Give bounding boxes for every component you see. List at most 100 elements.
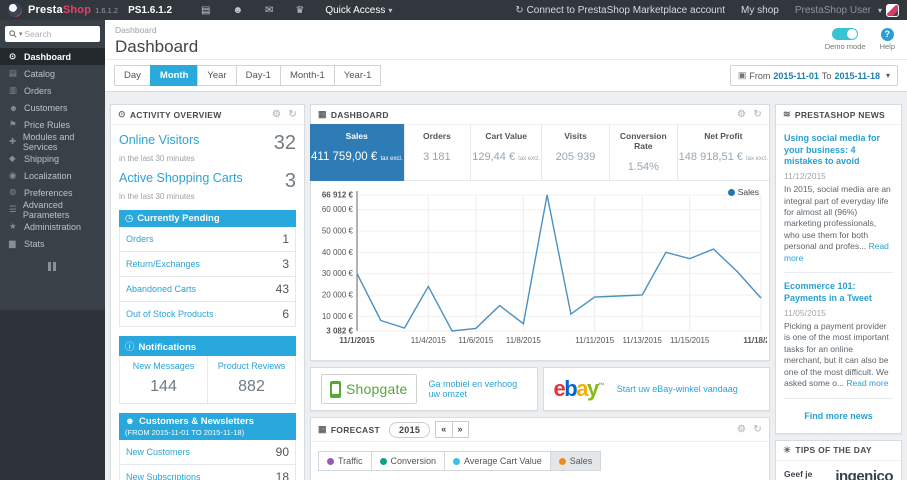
range-button-year[interactable]: Year — [197, 65, 237, 86]
sidebar-item-catalog[interactable]: ▤ Catalog — [0, 65, 105, 82]
date-range-picker[interactable]: ▣ From 2015-11-01 To 2015-11-18 ▾ — [729, 65, 898, 86]
range-button-month[interactable]: Month — [149, 65, 199, 86]
cart-icon[interactable]: ▤ — [201, 5, 210, 16]
x-axis-tick-label: 11/15/2015 — [670, 336, 710, 345]
y-axis-tick-label: 50 000 € — [322, 227, 354, 236]
forecast-toggle-conversion[interactable]: Conversion — [370, 451, 446, 471]
x-axis-tick-label: 11/4/2015 — [411, 336, 447, 345]
range-button-year-1[interactable]: Year-1 — [333, 65, 382, 86]
forecast-toggle-traffic[interactable]: Traffic — [318, 451, 372, 471]
x-axis-tick-label: 11/11/2015 — [575, 336, 614, 345]
refresh-icon[interactable]: ↻ — [753, 109, 762, 120]
sidebar-item-localization[interactable]: ◉ Localization — [0, 167, 105, 184]
demo-mode-toggle[interactable] — [832, 28, 859, 40]
search-input[interactable] — [24, 29, 96, 39]
new-messages-link[interactable]: New Messages — [122, 361, 205, 371]
page-title: Dashboard — [115, 37, 199, 56]
user-menu[interactable]: PrestaShop User ▾ — [795, 3, 899, 17]
ingenico-logo: ingenico Payment services — [835, 467, 893, 480]
sidebar-search[interactable]: ▾ — [5, 26, 100, 42]
kpi-tab-net-profit[interactable]: Net Profit 148 918,51 € tax excl. — [678, 125, 769, 180]
range-button-month-1[interactable]: Month-1 — [279, 65, 335, 86]
shopgate-link[interactable]: Ga mobiel en verhoog uw omzet — [429, 379, 527, 399]
kpi-tab-conversion[interactable]: Conversion Rate 1.54% — [610, 125, 678, 180]
chevron-down-icon: ▾ — [885, 71, 890, 80]
news-article-date: 11/12/2015 — [784, 171, 826, 182]
sidebar-item-orders[interactable]: ▥ Orders — [0, 82, 105, 99]
sidebar-item-preferences[interactable]: ⚙ Preferences — [0, 184, 105, 201]
x-axis-tick-label: 11/13/2015 — [622, 336, 662, 345]
topbar: PrestaShop 1.6.1.2 PS1.6.1.2 ▤ ☻ ✉ ♛ Qui… — [0, 0, 907, 20]
demo-mode-control[interactable]: Demo mode — [825, 28, 866, 51]
marketplace-link[interactable]: ↻ Connect to PrestaShop Marketplace accou… — [515, 5, 725, 16]
news-article-title[interactable]: Using social media for your business: 4 … — [784, 133, 893, 168]
abandoned-carts-link[interactable]: Abandoned Carts — [126, 284, 196, 294]
search-scope-caret[interactable]: ▾ — [19, 30, 23, 38]
dashboard-panel: ▦ DASHBOARD ⚙ ↻ Sales 411 759,00 € tax exc… — [310, 104, 779, 361]
y-axis-tick-label: 40 000 € — [322, 248, 354, 257]
user-avatar — [886, 3, 899, 17]
bar-chart-icon: ▆ — [9, 238, 16, 248]
kpi-tab-visits[interactable]: Visits 205 939 — [542, 125, 610, 180]
sidebar-footer-area — [0, 310, 105, 480]
find-more-news-link[interactable]: Find more news — [784, 407, 893, 429]
ebay-link[interactable]: Start uw eBay-winkel vandaag — [617, 384, 738, 394]
sidebar-item-administration[interactable]: ★ Administration — [0, 218, 105, 235]
range-button-group: Day Month Year Day-1 Month-1 Year-1 — [114, 65, 382, 86]
range-button-day-1[interactable]: Day-1 — [235, 65, 281, 86]
quick-access-menu[interactable]: Quick Access ▾ — [325, 5, 392, 16]
chart-legend[interactable]: Sales — [727, 187, 759, 197]
forecast-toggle-sales[interactable]: Sales — [549, 451, 602, 471]
range-button-day[interactable]: Day — [114, 65, 151, 86]
demo-mode-label: Demo mode — [824, 42, 866, 51]
trophy-icon[interactable]: ♛ — [295, 5, 304, 16]
sidebar-item-dashboard[interactable]: ⊙ Dashboard — [0, 48, 105, 65]
sidebar-collapse-button[interactable] — [47, 262, 58, 271]
forecast-year[interactable]: 2015 — [388, 421, 431, 438]
orders-link[interactable]: Orders — [126, 234, 154, 244]
users-icon: ☻ — [9, 102, 18, 113]
gear-icon[interactable]: ⚙ — [737, 424, 746, 435]
activity-overview-panel: ⊙ ACTIVITY OVERVIEW ⚙ ↻ Online Visitors 32… — [110, 104, 305, 480]
kpi-tab-cart-value[interactable]: Cart Value 129,44 € tax excl. — [471, 125, 543, 180]
forecast-prev-button[interactable]: « — [435, 421, 453, 438]
sidebar-item-customers[interactable]: ☻ Customers — [0, 99, 105, 116]
forecast-next-button[interactable]: » — [451, 421, 469, 438]
y-axis-tick-label: 60 000 € — [322, 205, 354, 214]
sidebar-item-shipping[interactable]: ◆ Shipping — [0, 150, 105, 167]
help-icon[interactable]: ? — [880, 28, 894, 41]
product-reviews-link[interactable]: Product Reviews — [210, 361, 293, 371]
returns-link[interactable]: Return/Exchanges — [126, 259, 200, 269]
gear-icon[interactable]: ⚙ — [272, 109, 281, 120]
sidebar-item-advanced-parameters[interactable]: ☰ Advanced Parameters — [0, 200, 105, 220]
online-visitors-sub: in the last 30 minutes — [119, 154, 195, 163]
help-control[interactable]: ? Help — [880, 28, 895, 51]
kpi-tab-orders[interactable]: Orders 3 181 — [404, 125, 472, 180]
kpi-tab-sales[interactable]: Sales 411 759,00 € tax excl. — [310, 124, 405, 181]
active-carts-link[interactable]: Active Shopping Carts — [119, 171, 243, 185]
sidebar-item-stats[interactable]: ▆ Stats — [0, 235, 105, 252]
mail-icon[interactable]: ✉ — [265, 5, 273, 16]
new-customers-link[interactable]: New Customers — [126, 447, 190, 457]
ebay-logo: ebay™ — [553, 376, 605, 401]
refresh-icon[interactable]: ↻ — [288, 109, 297, 120]
online-visitors-value: 32 — [273, 132, 296, 154]
out-of-stock-link[interactable]: Out of Stock Products — [126, 309, 214, 319]
sales-series-line — [356, 194, 762, 332]
forecast-toggle-avg-cart-value[interactable]: Average Cart Value — [444, 451, 551, 471]
tips-panel-title: TIPS OF THE DAY — [795, 445, 872, 456]
refresh-icon[interactable]: ↻ — [753, 424, 762, 435]
read-more-link[interactable]: Read more — [846, 378, 888, 388]
user-icon[interactable]: ☻ — [232, 5, 243, 16]
online-visitors-link[interactable]: Online Visitors — [119, 133, 199, 147]
news-article-title[interactable]: Ecommerce 101: Payments in a Tweet — [784, 281, 893, 304]
breadcrumb: Dashboard — [115, 25, 157, 35]
sidebar-item-modules[interactable]: ✚ Modules and Services — [0, 132, 105, 152]
dashboard-panel-title: DASHBOARD — [330, 109, 389, 120]
customers-row-subscriptions: New Subscriptions 18 — [120, 465, 295, 480]
gear-icon[interactable]: ⚙ — [737, 109, 746, 120]
new-subscriptions-link[interactable]: New Subscriptions — [126, 472, 201, 480]
sidebar-item-price-rules[interactable]: ⚑ Price Rules — [0, 116, 105, 133]
my-shop-link[interactable]: My shop — [741, 5, 779, 16]
cart-icon: ▦ — [318, 109, 327, 119]
